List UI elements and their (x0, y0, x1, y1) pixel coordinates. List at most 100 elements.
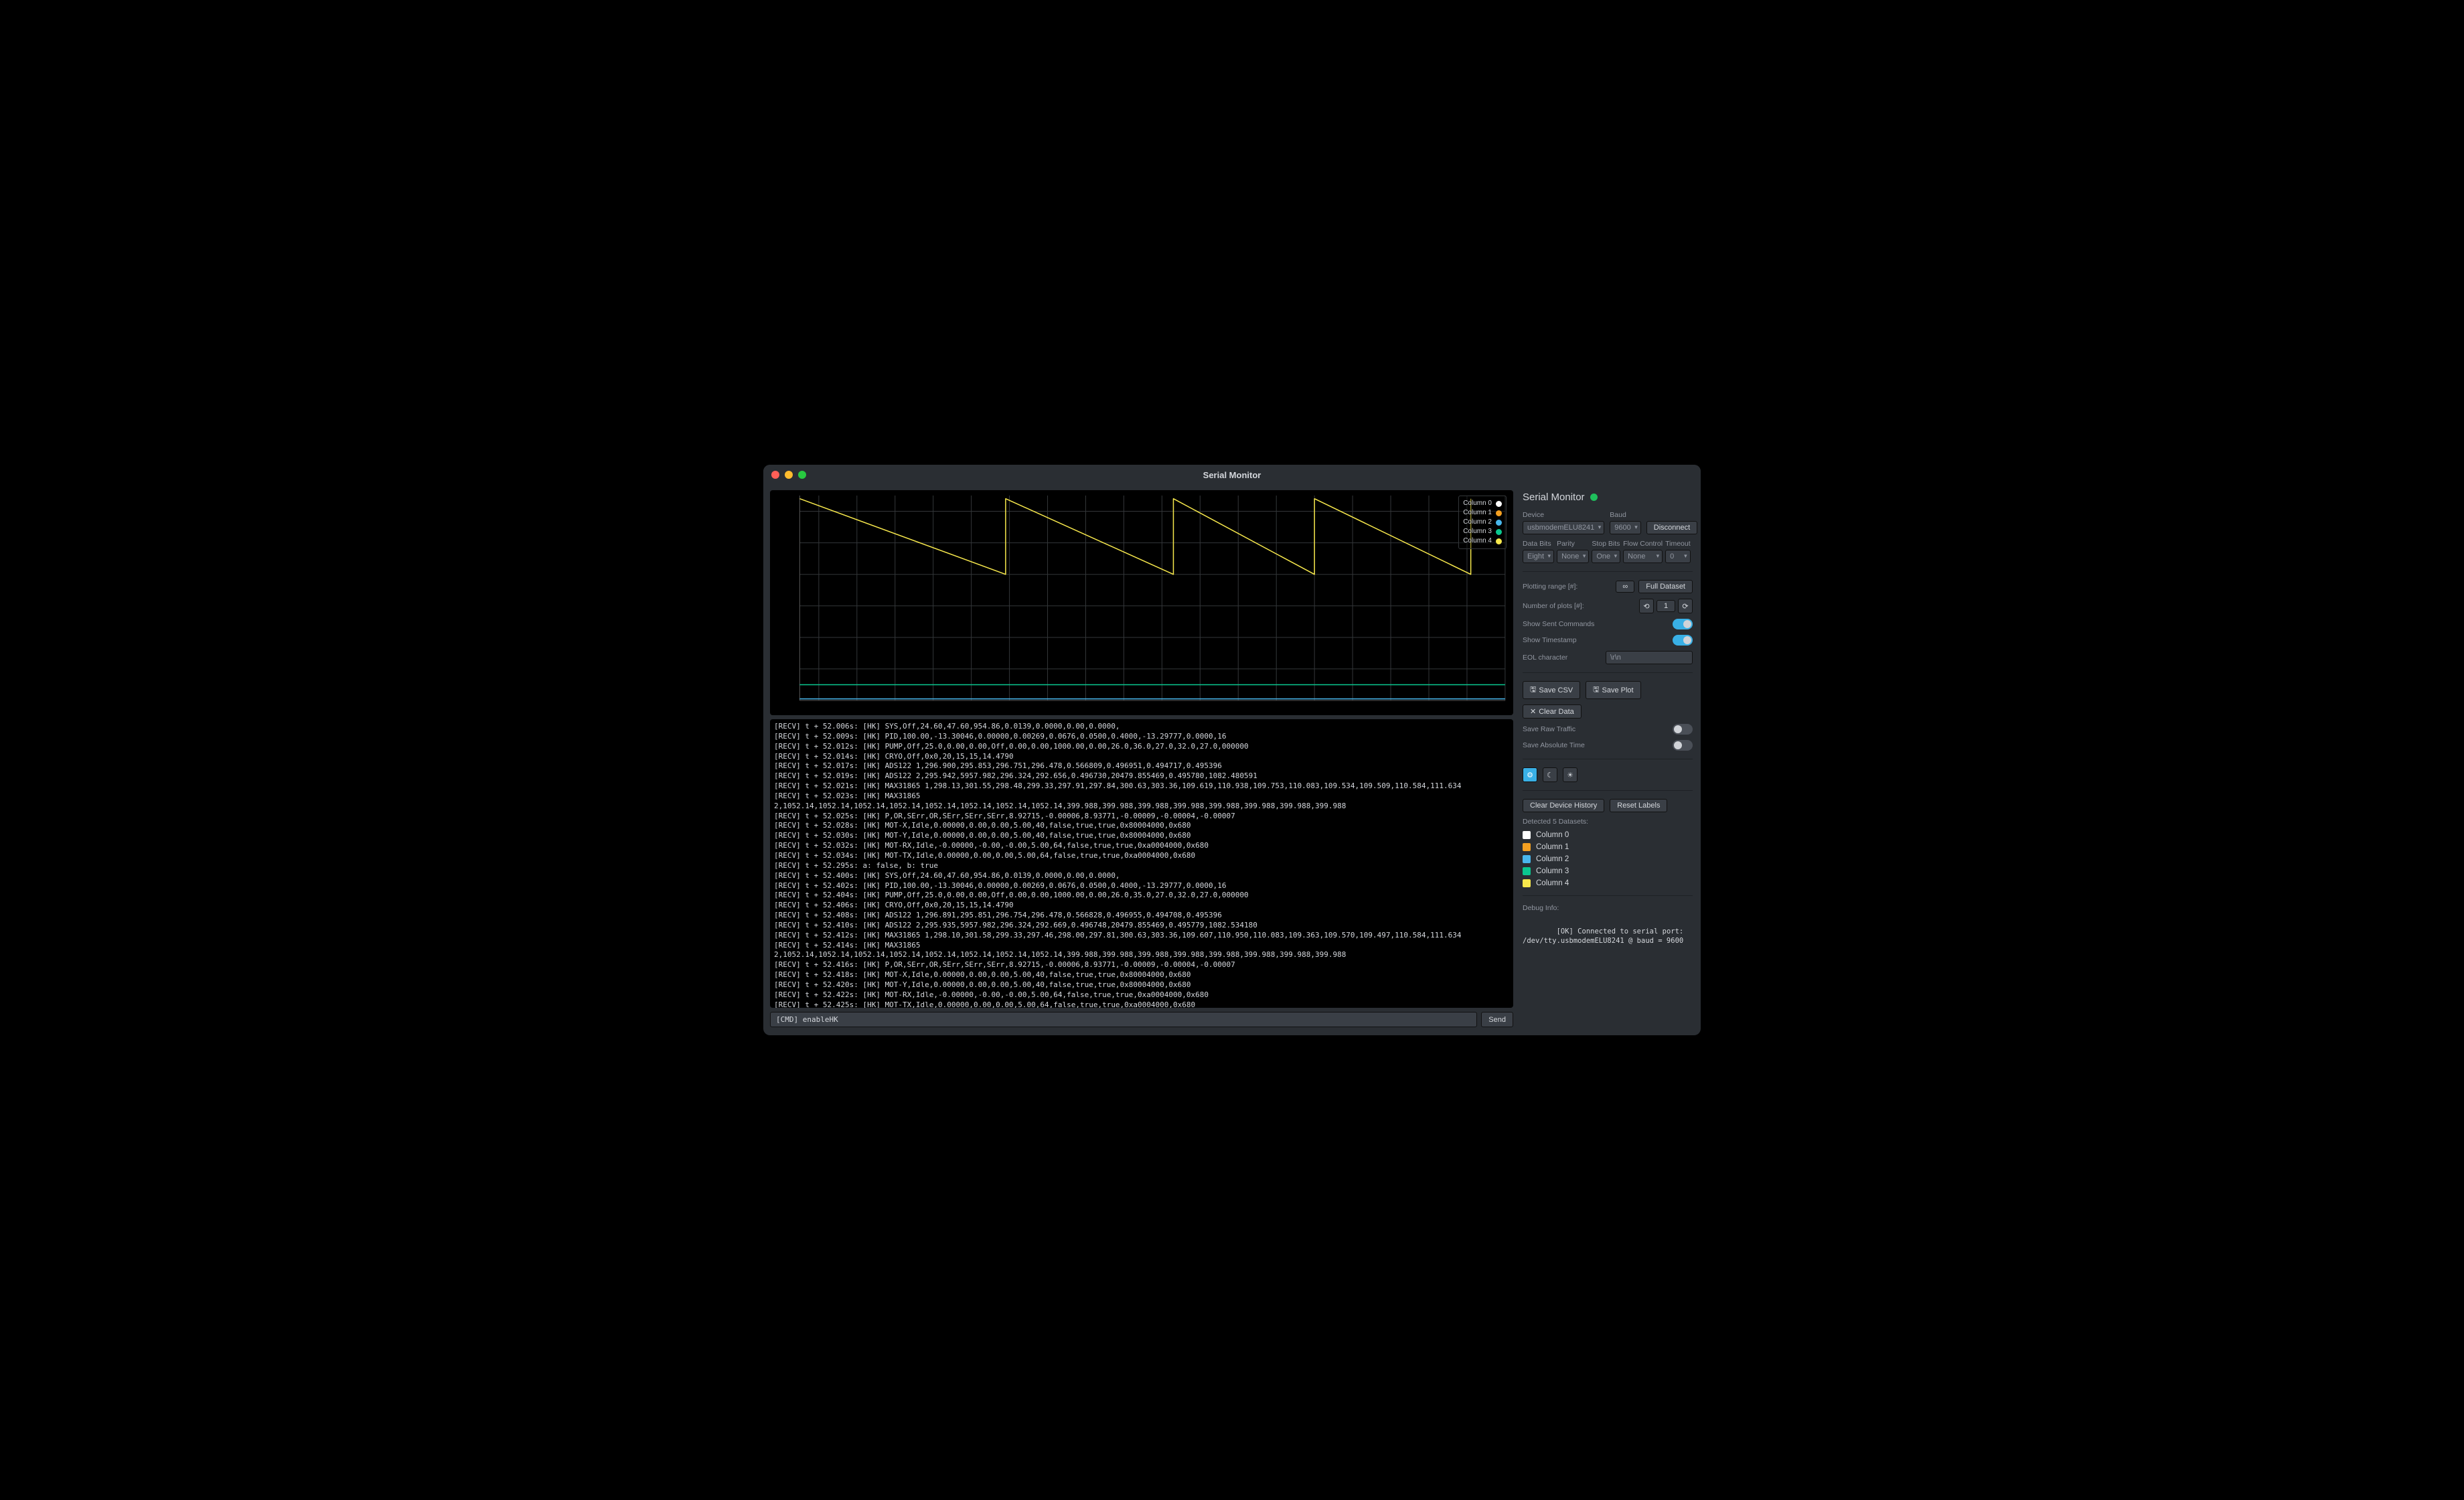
svg-text:51.20 s: 51.20 s (996, 702, 1023, 712)
sidebar-title: Serial Monitor (1523, 492, 1693, 503)
svg-text:50.90 s: 50.90 s (882, 702, 909, 712)
svg-text:51.80 s: 51.80 s (1225, 702, 1251, 712)
flow-control-select[interactable]: None (1623, 550, 1663, 563)
svg-text:50.70 s: 50.70 s (805, 702, 832, 712)
save-plot-button[interactable]: 🖫 Save Plot (1586, 681, 1640, 699)
legend-swatch-icon (1496, 529, 1502, 535)
parity-select[interactable]: None (1557, 550, 1589, 563)
save-abs-time-toggle[interactable] (1673, 740, 1693, 751)
legend-label: Column 1 (1463, 508, 1492, 518)
detected-datasets-label: Detected 5 Datasets: (1523, 818, 1693, 826)
legend-label: Column 2 (1463, 518, 1492, 527)
dataset-label: Column 1 (1536, 843, 1569, 851)
dataset-color-icon (1523, 855, 1531, 863)
dataset-label: Column 2 (1536, 855, 1569, 863)
svg-text:60: 60 (787, 506, 796, 516)
plot-area[interactable]: 010203040506050.70 s50.80 s50.90 s51.00 … (770, 490, 1513, 715)
separator (1523, 571, 1693, 572)
svg-text:51.30 s: 51.30 s (1034, 702, 1061, 712)
close-icon: ✕ (1530, 707, 1536, 716)
dataset-label: Column 3 (1536, 867, 1569, 875)
device-select[interactable]: usbmodemELU8241 (1523, 521, 1604, 534)
settings-button[interactable]: ⚙ (1523, 767, 1537, 782)
show-timestamp-toggle[interactable] (1673, 635, 1693, 646)
show-sent-cmd-toggle[interactable] (1673, 619, 1693, 629)
dataset-row[interactable]: Column 3 (1523, 867, 1693, 875)
command-input[interactable] (770, 1012, 1477, 1027)
dataset-row[interactable]: Column 0 (1523, 831, 1693, 839)
device-label: Device (1523, 511, 1604, 519)
data-bits-select[interactable]: Eight (1523, 550, 1554, 563)
eol-char-field[interactable] (1606, 651, 1693, 664)
num-plots-label: Number of plots [#]: (1523, 602, 1584, 610)
theme-dark-button[interactable]: ☾ (1543, 767, 1557, 782)
legend-entry: Column 4 (1463, 536, 1502, 546)
debug-output: [OK] Connected to serial port: /dev/tty.… (1523, 917, 1693, 956)
stop-bits-select[interactable]: One (1592, 550, 1620, 563)
svg-text:20: 20 (787, 632, 796, 642)
legend-entry: Column 1 (1463, 508, 1502, 518)
serial-console[interactable]: [RECV] t + 52.006s: [HK] SYS,Off,24.60,4… (770, 719, 1513, 1008)
dataset-color-icon (1523, 879, 1531, 887)
svg-text:52.20 s: 52.20 s (1377, 702, 1404, 712)
dataset-row[interactable]: Column 4 (1523, 879, 1693, 887)
dataset-color-icon (1523, 831, 1531, 839)
dataset-color-icon (1523, 867, 1531, 875)
num-plots-field[interactable]: 1 (1657, 600, 1675, 612)
minimize-window-button[interactable] (785, 471, 793, 479)
close-window-button[interactable] (771, 471, 779, 479)
legend-swatch-icon (1496, 538, 1502, 544)
svg-text:52.50 s: 52.50 s (1492, 702, 1513, 712)
timeout-select[interactable]: 0 (1665, 550, 1691, 563)
plot-canvas: 010203040506050.70 s50.80 s50.90 s51.00 … (770, 490, 1513, 715)
dataset-row[interactable]: Column 2 (1523, 855, 1693, 863)
main-column: 010203040506050.70 s50.80 s50.90 s51.00 … (763, 485, 1519, 1035)
clear-data-button[interactable]: ✕ Clear Data (1523, 704, 1582, 719)
svg-text:51.70 s: 51.70 s (1186, 702, 1213, 712)
legend-entry: Column 2 (1463, 518, 1502, 527)
full-dataset-button[interactable]: Full Dataset (1638, 580, 1693, 593)
debug-info-label: Debug Info: (1523, 904, 1693, 912)
plot-legend: Column 0Column 1Column 2Column 3Column 4 (1458, 496, 1507, 549)
num-plots-increment[interactable]: ⟳ (1678, 599, 1693, 613)
baud-label: Baud (1610, 511, 1640, 519)
app-window: Serial Monitor 010203040506050.70 s50.80… (763, 465, 1701, 1035)
window-controls (771, 471, 806, 479)
svg-text:30: 30 (787, 601, 796, 610)
sidebar: Serial Monitor Device usbmodemELU8241 Ba… (1519, 485, 1701, 1035)
svg-text:40: 40 (787, 569, 796, 579)
svg-text:52.10 s: 52.10 s (1339, 702, 1366, 712)
save-csv-button[interactable]: 🖫 Save CSV (1523, 681, 1580, 699)
plotting-range-field[interactable]: ∞ (1616, 581, 1634, 593)
parity-label: Parity (1557, 540, 1589, 548)
num-plots-decrement[interactable]: ⟲ (1639, 599, 1654, 613)
zoom-window-button[interactable] (798, 471, 806, 479)
svg-text:51.00 s: 51.00 s (920, 702, 947, 712)
send-button[interactable]: Send (1481, 1012, 1513, 1027)
svg-text:52.00 s: 52.00 s (1301, 702, 1328, 712)
clear-history-button[interactable]: Clear Device History (1523, 799, 1604, 812)
save-icon: 🖫 (1593, 684, 1599, 696)
baud-select[interactable]: 9600 (1610, 521, 1640, 534)
legend-entry: Column 3 (1463, 527, 1502, 536)
svg-text:51.50 s: 51.50 s (1111, 702, 1138, 712)
svg-text:10: 10 (787, 664, 796, 673)
legend-label: Column 4 (1463, 536, 1492, 546)
legend-swatch-icon (1496, 501, 1502, 507)
legend-label: Column 3 (1463, 527, 1492, 536)
dataset-color-icon (1523, 843, 1531, 851)
moon-icon: ☾ (1547, 771, 1553, 779)
svg-text:0: 0 (791, 695, 796, 704)
save-raw-label: Save Raw Traffic (1523, 725, 1575, 733)
dataset-label: Column 4 (1536, 879, 1569, 887)
save-raw-toggle[interactable] (1673, 724, 1693, 735)
sidebar-title-text: Serial Monitor (1523, 492, 1585, 503)
disconnect-button[interactable]: Disconnect (1646, 521, 1697, 534)
reset-labels-button[interactable]: Reset Labels (1610, 799, 1667, 812)
dataset-row[interactable]: Column 1 (1523, 843, 1693, 851)
device-select-value: usbmodemELU8241 (1527, 524, 1594, 532)
theme-light-button[interactable]: ☀ (1563, 767, 1577, 782)
svg-text:52.40 s: 52.40 s (1454, 702, 1480, 712)
flow-control-label: Flow Control (1623, 540, 1663, 548)
legend-label: Column 0 (1463, 499, 1492, 508)
